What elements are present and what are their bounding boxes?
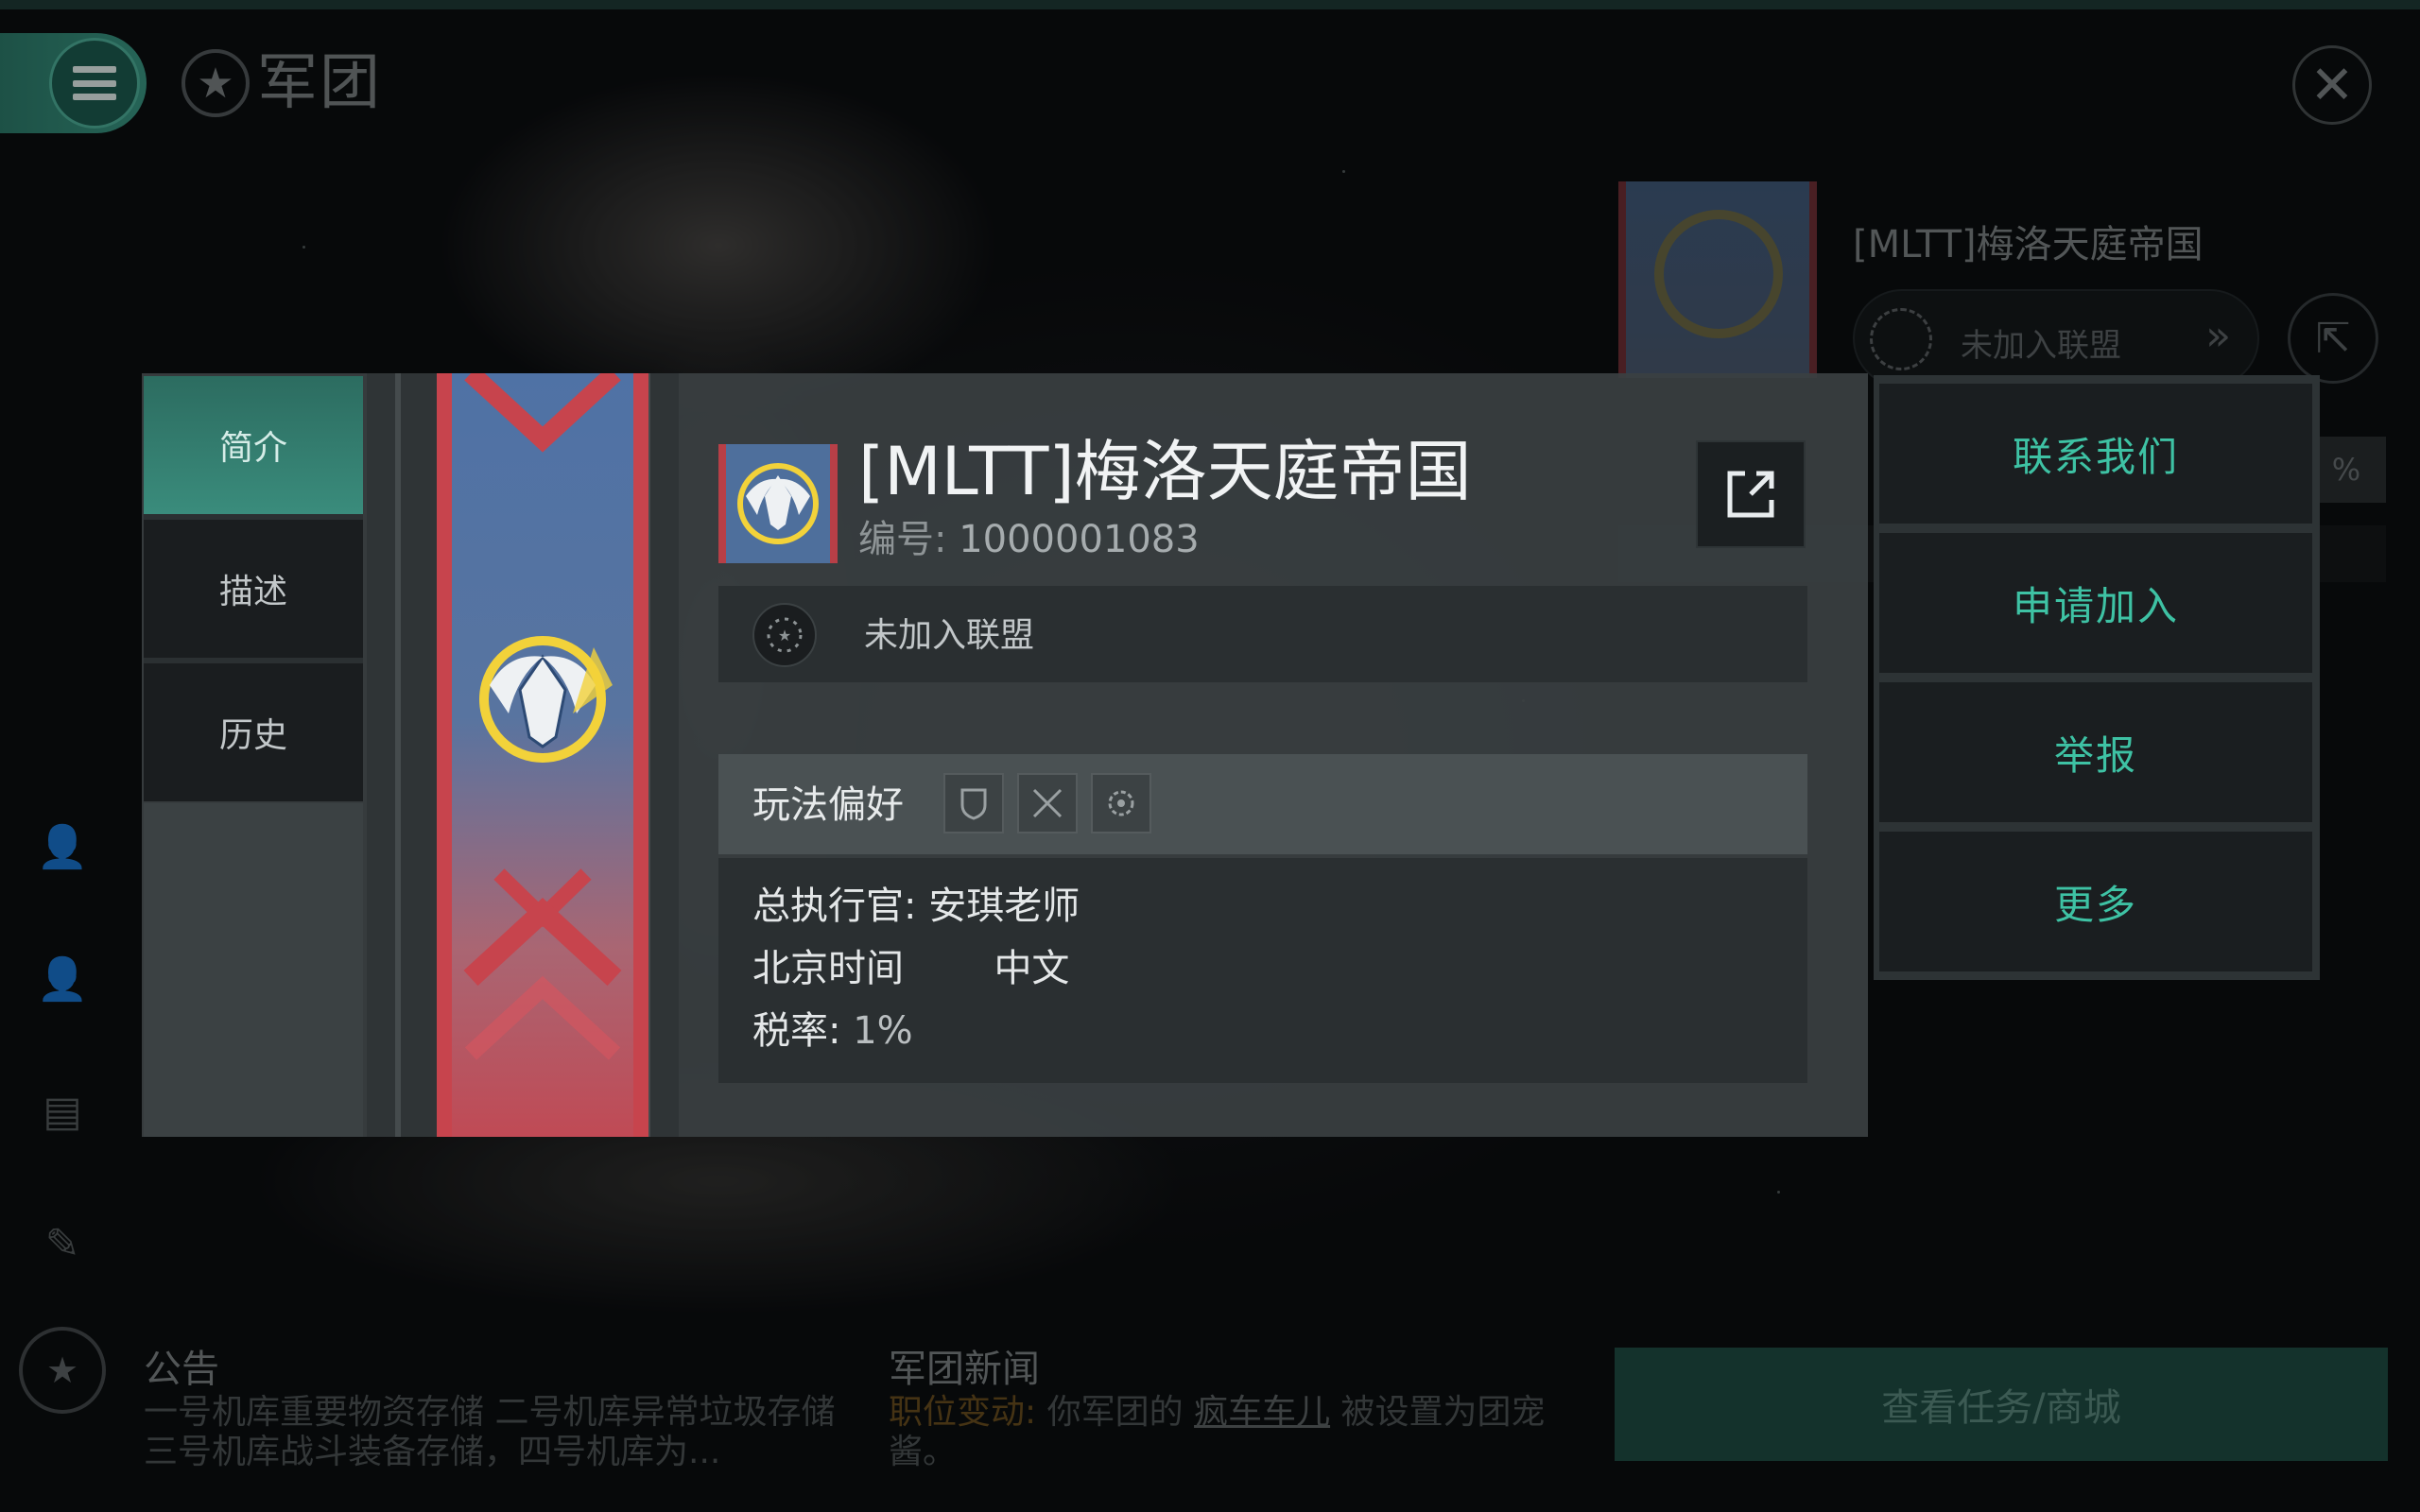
banner-graphic (463, 373, 622, 1060)
tab-history[interactable]: 历史 (144, 663, 363, 801)
gear-icon (1091, 773, 1151, 833)
contact-us-button[interactable]: 联系我们 (1879, 384, 2312, 524)
timezone: 北京时间 (752, 947, 904, 990)
corp-id-label: 编号: (858, 518, 947, 561)
tax-value: 1% (853, 1009, 913, 1053)
language: 中文 (994, 947, 1070, 990)
alliance-status: 未加入联盟 (864, 616, 1035, 655)
shield-icon (943, 773, 1004, 833)
ceo-value: 安琪老师 (928, 885, 1080, 928)
ceo-line: 总执行官: 安琪老师 (752, 879, 1080, 934)
external-link-button[interactable] (1696, 440, 1806, 548)
tax-line: 税率: 1% (752, 1004, 913, 1058)
crossed-swords-icon (1017, 773, 1078, 833)
tab-intro[interactable]: 简介 (144, 376, 363, 514)
ceo-label: 总执行官: (752, 885, 917, 928)
svg-text:★: ★ (778, 627, 791, 644)
tabs-empty-area (144, 803, 363, 1137)
play-preference-label: 玩法偏好 (752, 783, 904, 827)
more-button[interactable]: 更多 (1879, 832, 2312, 971)
corp-id: 编号: 1000001083 (858, 514, 1200, 565)
corp-id-value: 1000001083 (959, 518, 1200, 561)
corp-logo (718, 444, 838, 563)
report-button[interactable]: 举报 (1879, 682, 2312, 822)
tax-label: 税率: (752, 1009, 841, 1053)
modal-tabs: 简介 描述 历史 (144, 376, 363, 803)
alliance-stars-icon: ★ (752, 603, 817, 667)
corp-banner (437, 373, 648, 1137)
corp-emblem-logo (737, 463, 819, 544)
timezone-language-line: 北京时间 中文 (752, 941, 1069, 996)
tab-description[interactable]: 描述 (144, 520, 363, 658)
corp-name: [MLTT]梅洛天庭帝国 (858, 433, 1472, 510)
apply-join-button[interactable]: 申请加入 (1879, 533, 2312, 673)
external-link-icon (1727, 471, 1774, 518)
